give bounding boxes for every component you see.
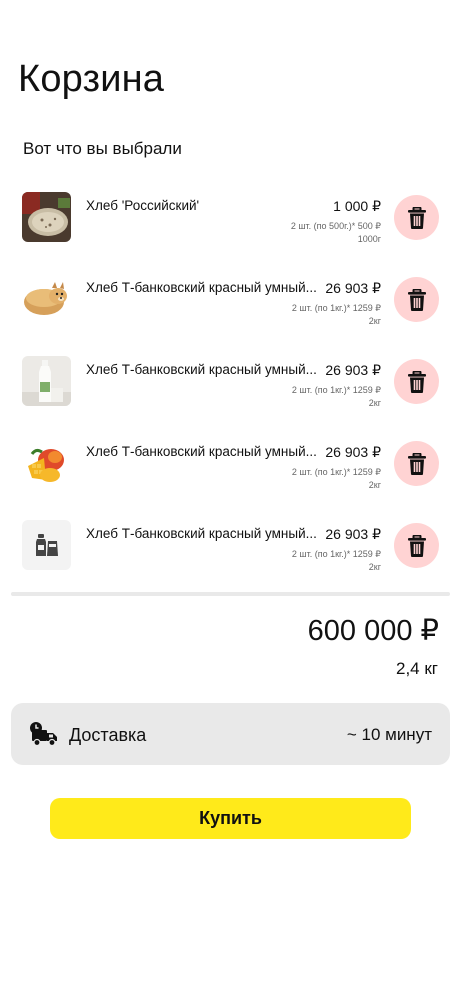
item-price: 1 000 ₽ <box>333 198 381 214</box>
item-weight: 2кг <box>368 562 381 572</box>
item-name: Хлеб Т-банковский красный умный... <box>86 280 317 295</box>
delivery-label: Доставка <box>69 725 147 745</box>
total-price: 600 000 ₽ <box>307 615 439 647</box>
item-quantity: 2 шт. (по 1кг.)* 1259 ₽ <box>291 549 381 559</box>
cart-item[interactable]: Хлеб 'Российский' 1 000 ₽ 2 шт. (по 500г… <box>0 186 461 268</box>
delete-button[interactable] <box>394 523 439 568</box>
buy-button[interactable]: Купить <box>50 798 411 839</box>
item-name: Хлеб Т-банковский красный умный... <box>86 444 317 459</box>
delivery-time: ~ 10 минут <box>346 725 432 744</box>
cart-item[interactable]: Хлеб Т-банковский красный умный... 26 90… <box>0 514 461 596</box>
doge-bread-photo <box>22 274 71 324</box>
cart-subtitle: Вот что вы выбрали <box>23 139 182 158</box>
total-weight: 2,4 кг <box>396 659 438 678</box>
item-name: Хлеб Т-банковский красный умный... <box>86 526 317 541</box>
trash-icon <box>407 452 426 475</box>
trash-icon <box>407 206 426 229</box>
item-quantity: 2 шт. (по 1кг.)* 1259 ₽ <box>291 467 381 477</box>
item-price: 26 903 ₽ <box>325 362 381 378</box>
delete-button[interactable] <box>394 277 439 322</box>
delivery-truck-icon <box>30 722 57 747</box>
cart-item[interactable]: Хлеб Т-банковский красный умный... 26 90… <box>0 268 461 350</box>
trash-icon <box>407 370 426 393</box>
page-title: Корзина <box>18 58 165 100</box>
item-price: 26 903 ₽ <box>325 444 381 460</box>
item-weight: 2кг <box>368 398 381 408</box>
cart-item[interactable]: Хлеб Т-банковский красный умный... 26 90… <box>0 350 461 432</box>
item-weight: 2кг <box>368 480 381 490</box>
item-price: 26 903 ₽ <box>325 526 381 542</box>
item-price: 26 903 ₽ <box>325 280 381 296</box>
mango-photo <box>22 438 71 488</box>
divider <box>11 592 450 596</box>
cart-list: Хлеб 'Российский' 1 000 ₽ 2 шт. (по 500г… <box>0 186 461 596</box>
item-quantity: 2 шт. (по 500г.)* 500 ₽ <box>290 221 381 231</box>
cart-item[interactable]: Хлеб Т-банковский красный умный... 26 90… <box>0 432 461 514</box>
delete-button[interactable] <box>394 441 439 486</box>
item-quantity: 2 шт. (по 1кг.)* 1259 ₽ <box>291 303 381 313</box>
delivery-panel[interactable]: Доставка ~ 10 минут <box>11 703 450 765</box>
item-weight: 2кг <box>368 316 381 326</box>
milk-bottle-photo <box>22 356 71 406</box>
trash-icon <box>407 534 426 557</box>
item-weight: 1000г <box>357 234 381 244</box>
delete-button[interactable] <box>394 195 439 240</box>
item-name: Хлеб 'Российский' <box>86 198 200 213</box>
bread-slice-photo <box>22 192 71 242</box>
delete-button[interactable] <box>394 359 439 404</box>
product-placeholder-icon <box>22 520 71 570</box>
item-quantity: 2 шт. (по 1кг.)* 1259 ₽ <box>291 385 381 395</box>
item-name: Хлеб Т-банковский красный умный... <box>86 362 317 377</box>
trash-icon <box>407 288 426 311</box>
